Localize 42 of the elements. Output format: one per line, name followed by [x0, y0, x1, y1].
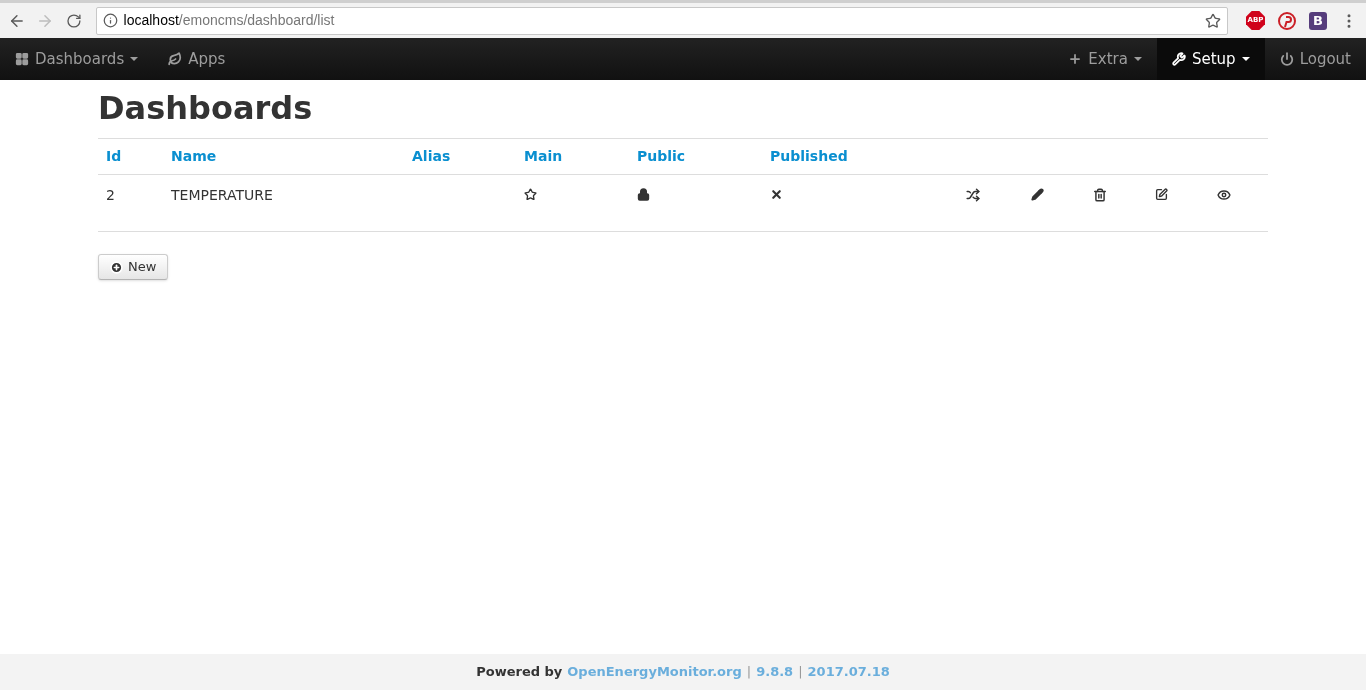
new-button[interactable]: New — [98, 254, 169, 280]
pin-icon[interactable] — [1278, 11, 1296, 30]
nav-item[interactable]: Extra — [1053, 38, 1157, 80]
nav-item[interactable]: Setup — [1156, 38, 1265, 80]
grid-icon — [15, 52, 29, 66]
address-bar[interactable]: localhost/emoncms/dashboard/list — [95, 6, 1228, 35]
bookmark-star-icon[interactable] — [1205, 12, 1221, 29]
column-header[interactable]: Id — [98, 146, 122, 167]
leaf-icon — [168, 52, 183, 66]
url-text: localhost/emoncms/dashboard/list — [123, 11, 335, 30]
table-cell-text: TEMPERATURE — [170, 186, 273, 205]
nav-item[interactable]: Logout — [1264, 38, 1366, 80]
lock-icon[interactable] — [637, 188, 650, 201]
column-header[interactable]: Name — [163, 146, 217, 167]
info-icon — [102, 13, 118, 28]
caret-icon — [130, 57, 139, 61]
wrench-icon — [1171, 52, 1186, 66]
caret-icon — [1241, 57, 1250, 61]
column-header[interactable]: Public — [629, 146, 686, 167]
column-header[interactable]: Alias — [404, 146, 451, 167]
pencil-icon[interactable] — [1031, 188, 1044, 201]
caret-icon — [1133, 57, 1142, 61]
page-title: Dashboards — [98, 88, 314, 128]
cross-icon[interactable] — [770, 188, 783, 201]
nav-item[interactable]: Apps — [153, 38, 241, 80]
power-icon — [1279, 52, 1294, 66]
trash-icon[interactable] — [1093, 188, 1107, 202]
plus-circle-icon — [110, 260, 123, 274]
separator-text: | — [746, 663, 752, 682]
column-header[interactable]: Main — [516, 146, 563, 167]
shuffle-icon[interactable] — [966, 188, 980, 202]
footer-text: Powered by — [476, 663, 563, 682]
extension-icon[interactable]: B — [1309, 11, 1327, 30]
reload-icon[interactable] — [65, 12, 82, 29]
edit-icon[interactable] — [1155, 188, 1168, 201]
star-icon[interactable] — [524, 188, 537, 201]
eye-icon[interactable] — [1217, 188, 1231, 202]
table-cell-text: 2 — [105, 186, 115, 205]
nav-item[interactable]: Dashboards — [0, 38, 154, 80]
column-header[interactable]: Published — [762, 146, 848, 167]
plus-icon — [1068, 52, 1083, 66]
separator-text: | — [798, 663, 803, 682]
